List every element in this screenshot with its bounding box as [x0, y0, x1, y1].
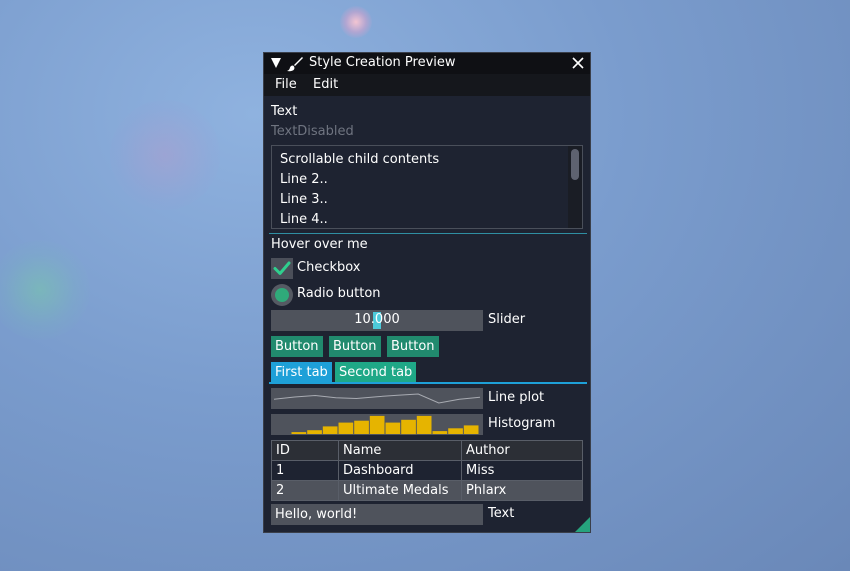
- table-cell: 1: [271, 460, 339, 481]
- table-cell: Phlarx: [461, 480, 583, 501]
- table-cell: 2: [271, 480, 339, 501]
- table-row[interactable]: 2 Ultimate Medals Phlarx: [271, 480, 583, 501]
- histogram-bar: [432, 431, 448, 434]
- checkbox[interactable]: [271, 258, 293, 279]
- resize-grip[interactable]: [575, 517, 590, 532]
- child-line: Line 3..: [280, 192, 328, 207]
- table-header-cell[interactable]: Author: [461, 440, 583, 461]
- window-title: Style Creation Preview: [309, 55, 456, 70]
- input-label: Text: [488, 506, 515, 521]
- histogram[interactable]: [271, 414, 483, 435]
- line-plot-series: [273, 393, 481, 404]
- scrollbar[interactable]: [568, 146, 582, 228]
- paint-brush-icon: [287, 57, 303, 72]
- line-plot-label: Line plot: [488, 390, 545, 405]
- histogram-label: Histogram: [488, 416, 556, 431]
- button-3[interactable]: Button: [387, 336, 439, 357]
- histogram-bar: [322, 426, 338, 434]
- menu-bar: File Edit: [264, 74, 590, 96]
- scrollbar-thumb[interactable]: [571, 149, 579, 180]
- child-line: Scrollable child contents: [280, 152, 440, 167]
- hover-text[interactable]: Hover over me: [271, 237, 368, 252]
- table-cell: Miss: [461, 460, 583, 481]
- child-line: Line 4..: [280, 212, 328, 227]
- table-row[interactable]: 1 Dashboard Miss: [271, 460, 583, 481]
- menu-edit[interactable]: Edit: [313, 77, 338, 92]
- text-disabled-label: TextDisabled: [271, 124, 354, 139]
- radio-selected-dot: [275, 288, 289, 302]
- tab-first[interactable]: First tab: [271, 362, 332, 383]
- tab-underline: [269, 382, 587, 384]
- line-plot-graph: [273, 393, 481, 404]
- button-2[interactable]: Button: [329, 336, 381, 357]
- title-bar[interactable]: Style Creation Preview: [264, 53, 590, 74]
- checkbox-label[interactable]: Checkbox: [297, 260, 361, 275]
- text-input[interactable]: Hello, world!: [271, 504, 483, 525]
- button-1[interactable]: Button: [271, 336, 323, 357]
- slider[interactable]: 10.000: [271, 310, 483, 331]
- collapse-triangle-icon[interactable]: [271, 58, 281, 68]
- separator: [269, 233, 587, 234]
- background-bokeh: [110, 100, 220, 210]
- slider-value: 10.000: [354, 312, 400, 327]
- histogram-bar: [463, 425, 479, 434]
- histogram-bar: [416, 415, 432, 434]
- table-header-cell[interactable]: ID: [271, 440, 339, 461]
- histogram-bar: [307, 430, 322, 434]
- style-preview-window: Style Creation Preview File Edit Text Te…: [263, 52, 591, 533]
- radio-button[interactable]: [271, 284, 293, 306]
- background-bokeh: [0, 240, 90, 340]
- text-label: Text: [271, 104, 298, 119]
- histogram-bar: [401, 419, 416, 435]
- table-cell: Dashboard: [338, 460, 462, 481]
- histogram-graph: [291, 415, 479, 435]
- slider-label: Slider: [488, 312, 526, 327]
- child-line: Line 2..: [280, 172, 328, 187]
- scrollable-child[interactable]: Scrollable child contents Line 2.. Line …: [271, 145, 583, 229]
- radio-label[interactable]: Radio button: [297, 286, 381, 301]
- histogram-bar: [369, 415, 385, 434]
- histogram-bar: [291, 432, 307, 434]
- checkmark-icon: [273, 261, 291, 275]
- table-cell: Ultimate Medals: [338, 480, 462, 501]
- line-plot[interactable]: [271, 388, 483, 409]
- table-header-row: ID Name Author: [271, 440, 583, 461]
- table-header-cell[interactable]: Name: [338, 440, 462, 461]
- menu-file[interactable]: File: [275, 77, 297, 92]
- histogram-bar: [385, 422, 401, 434]
- histogram-bar: [338, 422, 354, 434]
- histogram-bar: [354, 420, 369, 434]
- data-table: ID Name Author 1 Dashboard Miss 2 Ultima…: [271, 440, 583, 501]
- close-icon[interactable]: [571, 56, 585, 70]
- tab-second[interactable]: Second tab: [335, 362, 417, 383]
- histogram-bar: [448, 428, 463, 434]
- background-bokeh: [340, 6, 372, 38]
